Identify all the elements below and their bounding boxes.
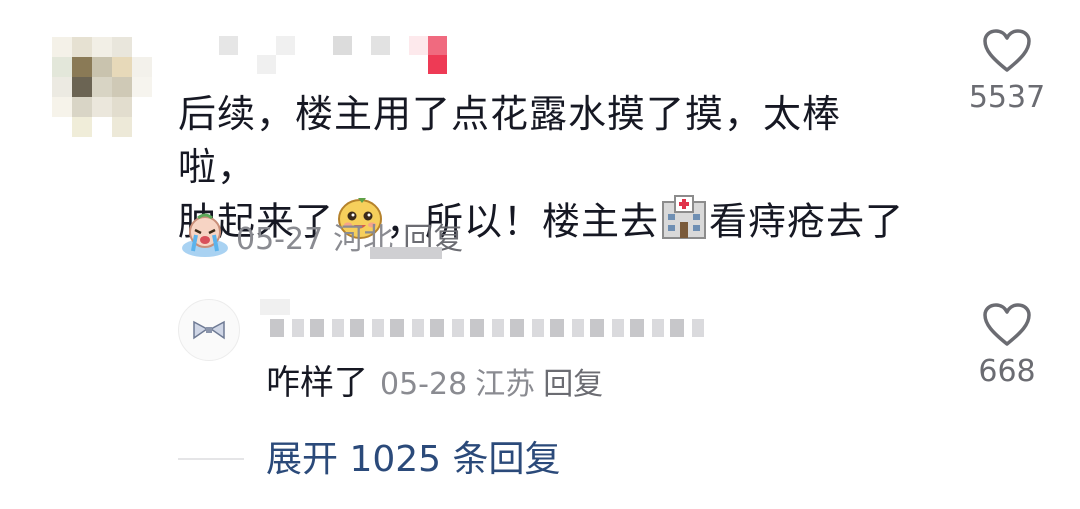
reply-date: 05-28 xyxy=(380,367,468,402)
hospital-icon xyxy=(661,194,707,254)
divider xyxy=(178,458,244,460)
reply-avatar[interactable] xyxy=(178,299,240,361)
reply-reply-button[interactable]: 回复 xyxy=(543,367,603,402)
reply-row: 咋样了 05-28 江苏 回复 xyxy=(266,361,611,407)
expand-replies-button[interactable]: 展开 1025 条回复 xyxy=(266,438,561,482)
like-count: 668 xyxy=(978,354,1036,389)
reply-username-blurred[interactable] xyxy=(260,299,710,339)
like-count: 5537 xyxy=(968,80,1046,115)
avatar[interactable] xyxy=(52,37,152,137)
comment-date: 05-27 xyxy=(236,222,324,257)
reply-like[interactable]: 668 xyxy=(952,302,1062,390)
comment-like[interactable]: 5537 xyxy=(952,28,1062,116)
heart-icon[interactable] xyxy=(982,302,1032,348)
bow-tie-icon xyxy=(193,320,225,340)
comment-meta: 05-27 河北 回复 xyxy=(178,212,473,269)
reply-text: 咋样了 xyxy=(266,363,368,403)
crying-baby-sticker-icon xyxy=(180,212,230,269)
username-blurred[interactable] xyxy=(200,36,470,74)
reply-location: 江苏 xyxy=(475,367,536,402)
redaction-bar xyxy=(370,247,442,259)
comment-line-1: 后续，楼主用了点花露水摸了摸，太棒啦， xyxy=(178,92,842,189)
heart-icon[interactable] xyxy=(982,28,1032,74)
